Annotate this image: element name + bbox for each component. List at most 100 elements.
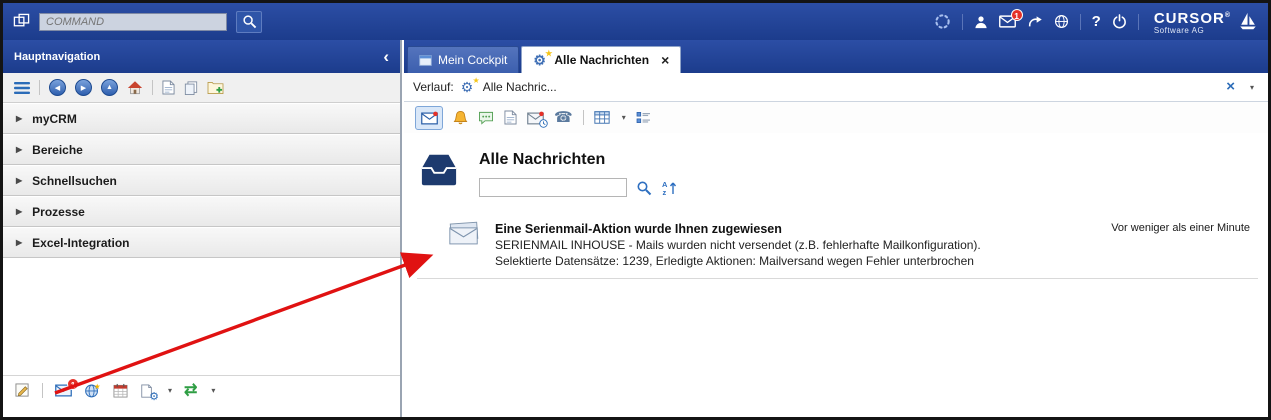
user-icon[interactable] bbox=[974, 15, 988, 29]
clock-icon bbox=[539, 119, 548, 128]
sidebar-item-schnellsuchen[interactable]: ▶ Schnellsuchen bbox=[3, 165, 400, 196]
chat-icon[interactable] bbox=[478, 111, 494, 125]
redo-icon[interactable] bbox=[1027, 14, 1043, 29]
search-icon bbox=[242, 14, 257, 29]
separator bbox=[152, 80, 153, 95]
list-divider bbox=[417, 278, 1258, 279]
calendar-icon[interactable] bbox=[113, 383, 128, 398]
note-edit-icon[interactable] bbox=[15, 383, 30, 398]
close-icon[interactable]: × bbox=[1226, 81, 1235, 93]
sidebar-item-label: Excel-Integration bbox=[32, 236, 129, 250]
chevron-down-icon[interactable]: ▾ bbox=[168, 386, 172, 395]
sidebar-item-label: Prozesse bbox=[32, 205, 85, 219]
history-bar: Verlauf: ⚙★ Alle Nachric... × ▾ bbox=[404, 73, 1268, 102]
home-icon[interactable] bbox=[127, 80, 143, 95]
message-list-item[interactable]: Eine Serienmail-Aktion wurde Ihnen zugew… bbox=[447, 221, 1258, 269]
table-view-icon[interactable] bbox=[594, 111, 610, 124]
envelope-stack-icon bbox=[447, 221, 481, 247]
tab-label: Alle Nachrichten bbox=[554, 53, 649, 67]
messages-icon[interactable]: 1 bbox=[55, 384, 72, 397]
document-settings-icon[interactable]: ⚙ bbox=[140, 384, 154, 398]
menu-icon[interactable] bbox=[14, 81, 30, 95]
sort-icon[interactable]: Az bbox=[661, 180, 677, 196]
new-mail-button[interactable] bbox=[415, 106, 443, 130]
help-icon[interactable]: ? bbox=[1092, 13, 1101, 30]
expand-arrow-icon: ▶ bbox=[16, 114, 22, 123]
messages-icon[interactable]: 1 bbox=[999, 15, 1016, 28]
chevron-down-icon[interactable]: ▾ bbox=[211, 386, 215, 395]
web-favorites-icon[interactable]: ★ bbox=[84, 383, 101, 398]
main-area: Mein Cockpit ⚙★ Alle Nachrichten × Verla… bbox=[404, 40, 1268, 417]
message-list-panel: Alle Nachrichten Az bbox=[404, 133, 1268, 417]
up-button[interactable]: ▲ bbox=[101, 79, 118, 96]
sidebar-item-mycrm[interactable]: ▶ myCRM bbox=[3, 103, 400, 134]
expand-arrow-icon: ▶ bbox=[16, 238, 22, 247]
message-count-badge: 1 bbox=[1011, 9, 1023, 21]
sidebar-item-label: Schnellsuchen bbox=[32, 174, 117, 188]
message-line: Selektierte Datensätze: 1239, Erledigte … bbox=[495, 253, 981, 269]
sidebar-header: Hauptnavigation ‹ bbox=[3, 40, 400, 73]
document-icon[interactable] bbox=[504, 110, 517, 125]
sidebar-item-bereiche[interactable]: ▶ Bereiche bbox=[3, 134, 400, 165]
search-icon[interactable] bbox=[636, 180, 652, 196]
separator bbox=[1138, 14, 1139, 30]
tab-mein-cockpit[interactable]: Mein Cockpit bbox=[407, 46, 519, 73]
topbar: 1 ? CURSOR® Software AG bbox=[3, 3, 1268, 40]
page-title: Alle Nachrichten bbox=[479, 151, 677, 169]
app-window: 1 ? CURSOR® Software AG bbox=[0, 0, 1271, 420]
message-line: SERIENMAIL INHOUSE - Mails wurden nicht … bbox=[495, 237, 981, 253]
spinner-icon bbox=[934, 13, 951, 30]
mail-new-icon bbox=[421, 111, 438, 125]
message-title: Eine Serienmail-Aktion wurde Ihnen zugew… bbox=[495, 221, 981, 237]
message-timestamp: Vor weniger als einer Minute bbox=[1111, 221, 1258, 234]
history-label: Verlauf: bbox=[413, 80, 454, 94]
sidebar-item-label: myCRM bbox=[32, 112, 77, 126]
sidebar-title: Hauptnavigation bbox=[14, 51, 100, 63]
gear-star-icon: ⚙★ bbox=[533, 53, 548, 68]
reminder-bell-icon[interactable] bbox=[453, 110, 468, 125]
chevron-down-icon[interactable]: ▾ bbox=[1250, 83, 1254, 92]
command-search-button[interactable] bbox=[236, 11, 262, 33]
chevron-down-icon[interactable]: ▾ bbox=[622, 113, 626, 122]
sidebar-accordion: ▶ myCRM ▶ Bereiche ▶ Schnellsuchen ▶ Pro… bbox=[3, 103, 400, 258]
window-switcher-icon[interactable] bbox=[13, 13, 30, 30]
sidebar-bottom-toolbar: 1 ★ ⚙ ▾ ⇄ ▾ bbox=[3, 375, 400, 405]
tab-bar: Mein Cockpit ⚙★ Alle Nachrichten × bbox=[404, 40, 1268, 73]
sync-icon[interactable]: ⇄ bbox=[184, 384, 197, 398]
phone-icon[interactable]: ☎ bbox=[554, 110, 573, 125]
mail-reminder-icon[interactable] bbox=[527, 111, 544, 125]
history-item[interactable]: Alle Nachric... bbox=[483, 80, 557, 94]
separator bbox=[39, 80, 40, 95]
brand-logo: CURSOR® Software AG bbox=[1150, 9, 1258, 35]
expand-arrow-icon: ▶ bbox=[16, 207, 22, 216]
back-button[interactable]: ◀ bbox=[49, 79, 66, 96]
copy-document-icon[interactable] bbox=[184, 81, 198, 95]
message-search-input[interactable] bbox=[479, 178, 627, 197]
new-folder-icon[interactable] bbox=[207, 80, 224, 95]
power-icon[interactable] bbox=[1112, 14, 1127, 29]
gear-icon: ⚙ bbox=[149, 392, 159, 402]
svg-text:★: ★ bbox=[94, 383, 101, 391]
message-toolbar: ☎ ▾ bbox=[404, 102, 1268, 133]
sailboat-icon bbox=[1238, 12, 1258, 32]
list-view-icon[interactable] bbox=[636, 111, 651, 124]
sidebar-item-excel-integration[interactable]: ▶ Excel-Integration bbox=[3, 227, 400, 258]
document-icon[interactable] bbox=[162, 80, 175, 95]
sidebar-collapse-button[interactable]: ‹ bbox=[383, 50, 389, 64]
sidebar-toolbar: ◀ ▶ ▲ bbox=[3, 73, 400, 103]
command-input[interactable] bbox=[39, 13, 227, 31]
sidebar-item-label: Bereiche bbox=[32, 143, 83, 157]
inbox-icon bbox=[417, 151, 461, 189]
separator bbox=[583, 110, 584, 125]
svg-text:z: z bbox=[663, 188, 667, 196]
expand-arrow-icon: ▶ bbox=[16, 176, 22, 185]
expand-arrow-icon: ▶ bbox=[16, 145, 22, 154]
forward-button[interactable]: ▶ bbox=[75, 79, 92, 96]
separator bbox=[1080, 14, 1081, 30]
sidebar-item-prozesse[interactable]: ▶ Prozesse bbox=[3, 196, 400, 227]
tab-close-icon[interactable]: × bbox=[661, 54, 669, 66]
cockpit-icon bbox=[419, 55, 432, 66]
sidebar: Hauptnavigation ‹ ◀ ▶ ▲ bbox=[3, 40, 402, 417]
tab-alle-nachrichten[interactable]: ⚙★ Alle Nachrichten × bbox=[521, 46, 681, 73]
globe-icon[interactable] bbox=[1054, 14, 1069, 29]
